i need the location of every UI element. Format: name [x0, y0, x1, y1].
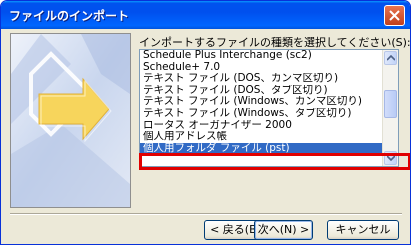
list-item[interactable]: Schedule+ 7.0: [140, 62, 383, 74]
window-title: ファイルのインポート: [9, 9, 130, 23]
selection-highlight-frame: [139, 153, 410, 170]
vertical-scrollbar[interactable]: [382, 50, 398, 166]
scroll-up-arrow-icon: [387, 55, 395, 61]
list-item[interactable]: テキスト ファイル (Windows、カンマ区切り): [140, 96, 383, 108]
dialog-body: インポートするファイルの種類を選択してください(S): Schedule Plu…: [5, 29, 410, 240]
import-dialog-window: ファイルのインポート インポートするファイルの種類を選択してください(S): S…: [0, 0, 411, 245]
next-button[interactable]: 次へ(N) >: [254, 220, 313, 240]
select-type-label: インポートするファイルの種類を選択してください(S):: [139, 36, 411, 49]
scroll-up-button[interactable]: [384, 51, 397, 65]
wizard-arrow-graphic: [10, 33, 131, 208]
close-button[interactable]: [384, 5, 405, 26]
cancel-button[interactable]: キャンセル: [327, 220, 399, 240]
title-bar[interactable]: ファイルのインポート: [1, 1, 410, 29]
list-item[interactable]: Schedule Plus Interchange (sc2): [140, 50, 383, 62]
list-item[interactable]: テキスト ファイル (DOS、カンマ区切り): [140, 73, 383, 85]
file-type-listbox[interactable]: Schedule Plus Interchange (sc2) Schedule…: [139, 49, 399, 167]
list-item[interactable]: 個人用アドレス帳: [140, 131, 383, 143]
list-item[interactable]: ロータス オーガナイザー 2000: [140, 120, 383, 132]
scrollbar-thumb[interactable]: [384, 90, 397, 118]
list-item[interactable]: テキスト ファイル (DOS、タブ区切り): [140, 85, 383, 97]
close-icon: [389, 10, 400, 21]
button-separator: [10, 213, 402, 215]
list-item[interactable]: テキスト ファイル (Windows、タブ区切り): [140, 108, 383, 120]
